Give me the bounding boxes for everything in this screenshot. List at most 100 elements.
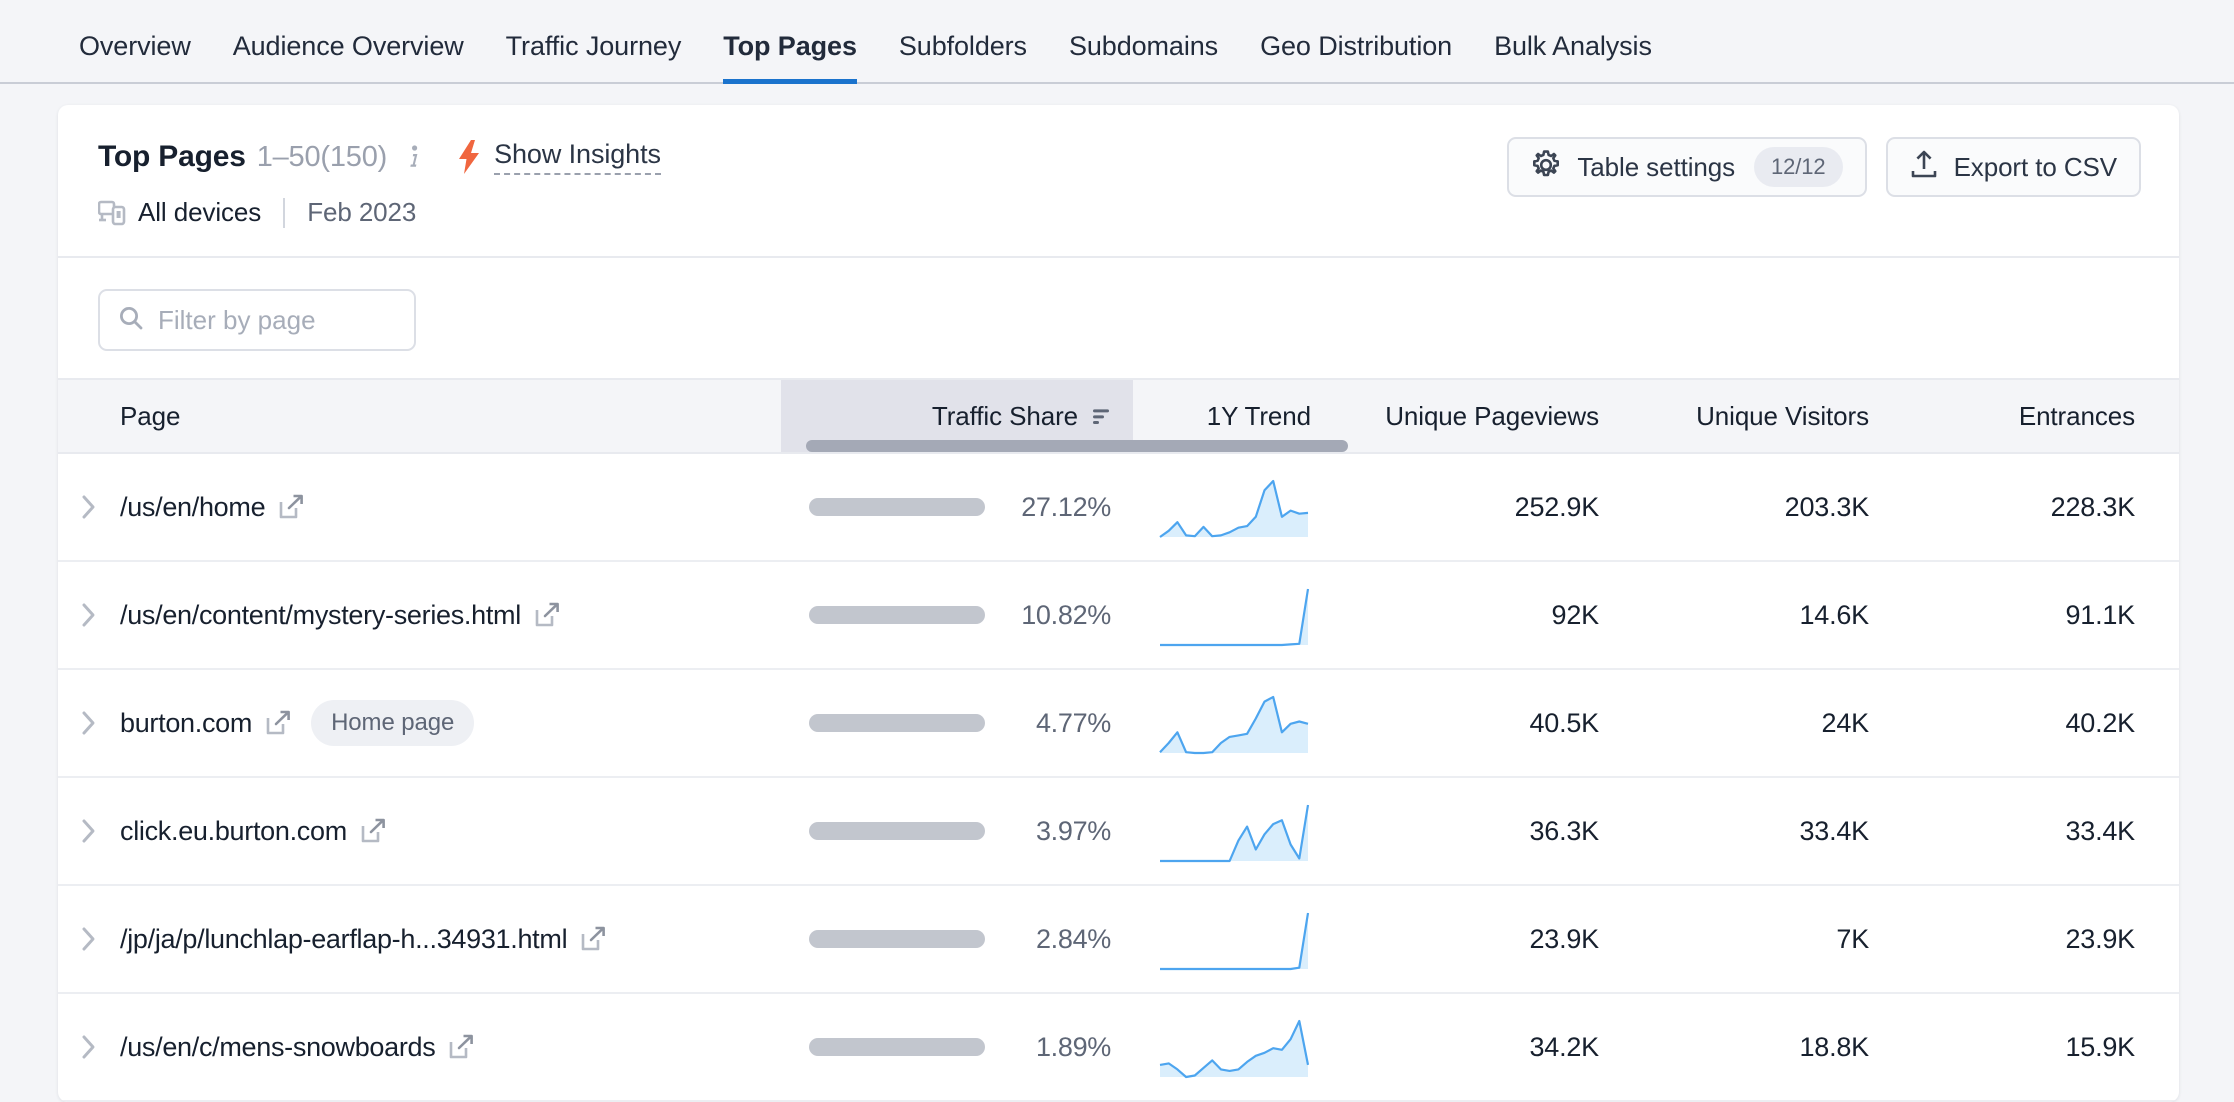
table-settings-badge: 12/12 [1754,147,1843,187]
result-range: 1–50(150) [256,140,388,173]
header-divider [283,197,286,228]
page-url-label[interactable]: burton.com [120,708,252,739]
cell-unique-pageviews: 36.3K [1351,777,1631,886]
gear-icon [1531,149,1561,185]
column-header-unique-pageviews[interactable]: Unique Pageviews [1351,378,1631,454]
tab-subdomains[interactable]: Subdomains [1048,31,1239,84]
page-url-label[interactable]: /us/en/c/mens-snowboards [120,1032,436,1063]
cell-traffic-share: 10.82% [781,561,1133,670]
tab-label: Audience Overview [232,31,464,61]
top-pages-table: Page Traffic Share 1Y Trend Unique Pagev… [58,378,2179,1102]
table-settings-label: Table settings [1577,151,1735,182]
traffic-share-bar [809,498,985,516]
scrollbar-thumb[interactable] [806,440,1348,452]
page-url-label[interactable]: click.eu.burton.com [120,816,347,847]
cell-entrances: 40.2K [1901,669,2179,778]
sub-header-row: All devices Feb 2023 [58,197,2179,228]
column-header-entrances[interactable]: Entrances [806,378,2179,454]
cell-traffic-share: 27.12% [781,453,1133,562]
card-header: Top Pages 1–50(150) Show Insights All de… [58,105,2179,258]
table-row[interactable]: /jp/ja/p/lunchlap-earflap-h...34931.html… [58,885,2179,994]
export-to-csv-button[interactable]: Export to CSV [1885,137,2141,197]
table-row[interactable]: burton.com Home page 4.77% 40.5K 24K 40.2K [58,669,2179,778]
traffic-share-bar [809,606,985,624]
tab-bulk-analysis[interactable]: Bulk Analysis [1473,31,1673,84]
cell-unique-pageviews: 252.9K [1351,453,1631,562]
lightning-bolt-icon[interactable] [457,140,481,174]
cell-unique-visitors: 24K [1631,669,1901,778]
page-url-label[interactable]: /us/en/home [120,492,266,523]
cell-1y-trend [1133,993,1351,1102]
table-row[interactable]: /us/en/home 27.12% 252.9K 203.3K 228.3K [58,453,2179,562]
cell-entrances: 15.9K [1901,993,2179,1102]
cell-1y-trend [1133,777,1351,886]
traffic-share-value: 2.84% [1035,923,1111,954]
search-input[interactable] [158,304,396,336]
cell-unique-visitors: 14.6K [1631,561,1901,670]
column-header-page[interactable]: Page [58,378,781,454]
expand-row-chevron-icon[interactable] [58,600,120,630]
cell-unique-visitors: 7K [1631,885,1901,994]
cell-traffic-share: 3.97% [781,777,1133,886]
trend-sparkline [1157,804,1311,863]
page-url-label[interactable]: /us/en/content/mystery-series.html [120,600,521,631]
traffic-share-value: 27.12% [1021,491,1111,522]
column-label-1y-trend: 1Y Trend [1206,400,1311,431]
tab-label: Top Pages [723,31,857,61]
tab-geo-distribution[interactable]: Geo Distribution [1239,31,1473,84]
external-link-icon[interactable] [448,1034,474,1060]
trend-sparkline [1157,912,1311,971]
table-row[interactable]: /us/en/c/mens-snowboards 1.89% 34.2K 18.8K 1… [58,993,2179,1102]
cell-page: /us/en/home [58,453,781,562]
cell-1y-trend [1133,669,1351,778]
expand-row-chevron-icon[interactable] [58,1032,120,1062]
tab-label: Overview [79,31,191,61]
table-row[interactable]: click.eu.burton.com 3.97% 36.3K 33.4K 33.4K [58,777,2179,886]
external-link-icon[interactable] [265,710,291,736]
trend-sparkline [1157,1019,1311,1079]
tab-subfolders[interactable]: Subfolders [878,31,1048,84]
tab-label: Traffic Journey [505,31,682,61]
page-url-label[interactable]: /jp/ja/p/lunchlap-earflap-h...34931.html [120,924,568,955]
external-link-icon[interactable] [278,494,304,520]
trend-sparkline [1157,695,1311,755]
cell-unique-pageviews: 40.5K [1351,669,1631,778]
tab-overview[interactable]: Overview [58,31,212,84]
show-insights-link[interactable]: Show Insights [494,139,661,175]
external-link-icon[interactable] [360,818,386,844]
traffic-share-value: 10.82% [1021,599,1111,630]
export-to-csv-label: Export to CSV [1953,151,2118,182]
info-icon[interactable] [405,144,421,170]
cell-unique-visitors: 33.4K [1631,777,1901,886]
cell-unique-pageviews: 92K [1351,561,1631,670]
expand-row-chevron-icon[interactable] [58,924,120,954]
expand-row-chevron-icon[interactable] [58,816,120,846]
cell-traffic-share: 1.89% [781,993,1133,1102]
date-range-label[interactable]: Feb 2023 [307,197,416,228]
analytics-tab-bar: Overview Audience Overview Traffic Journey… [0,0,2234,84]
column-label-page: Page [120,400,181,431]
external-link-icon[interactable] [580,926,606,952]
page-title: Top Pages [98,140,246,173]
tab-label: Geo Distribution [1260,31,1453,61]
table-settings-button[interactable]: Table settings 12/12 [1507,137,1867,197]
devices-filter-label[interactable]: All devices [138,197,261,228]
table-row[interactable]: /us/en/content/mystery-series.html 10.82%… [58,561,2179,670]
column-label-unique-pageviews: Unique Pageviews [1385,400,1599,431]
top-pages-card: Top Pages 1–50(150) Show Insights All de… [58,105,2179,1102]
tab-audience-overview[interactable]: Audience Overview [212,31,485,84]
tab-top-pages[interactable]: Top Pages [702,31,878,84]
cell-entrances: 23.9K [1901,885,2179,994]
external-link-icon[interactable] [534,602,560,628]
filter-by-page-box[interactable] [98,289,416,351]
column-header-unique-visitors[interactable]: Unique Visitors [1631,378,1901,454]
cell-entrances: 91.1K [1901,561,2179,670]
trend-sparkline [1157,588,1311,647]
table-header-row: Page Traffic Share 1Y Trend Unique Pagev… [58,378,2179,454]
expand-row-chevron-icon[interactable] [58,708,120,738]
filter-zone [58,258,2179,378]
tab-traffic-journey[interactable]: Traffic Journey [485,31,703,84]
expand-row-chevron-icon[interactable] [58,492,120,522]
cell-page: click.eu.burton.com [58,777,781,886]
sort-icon[interactable] [1091,406,1111,426]
